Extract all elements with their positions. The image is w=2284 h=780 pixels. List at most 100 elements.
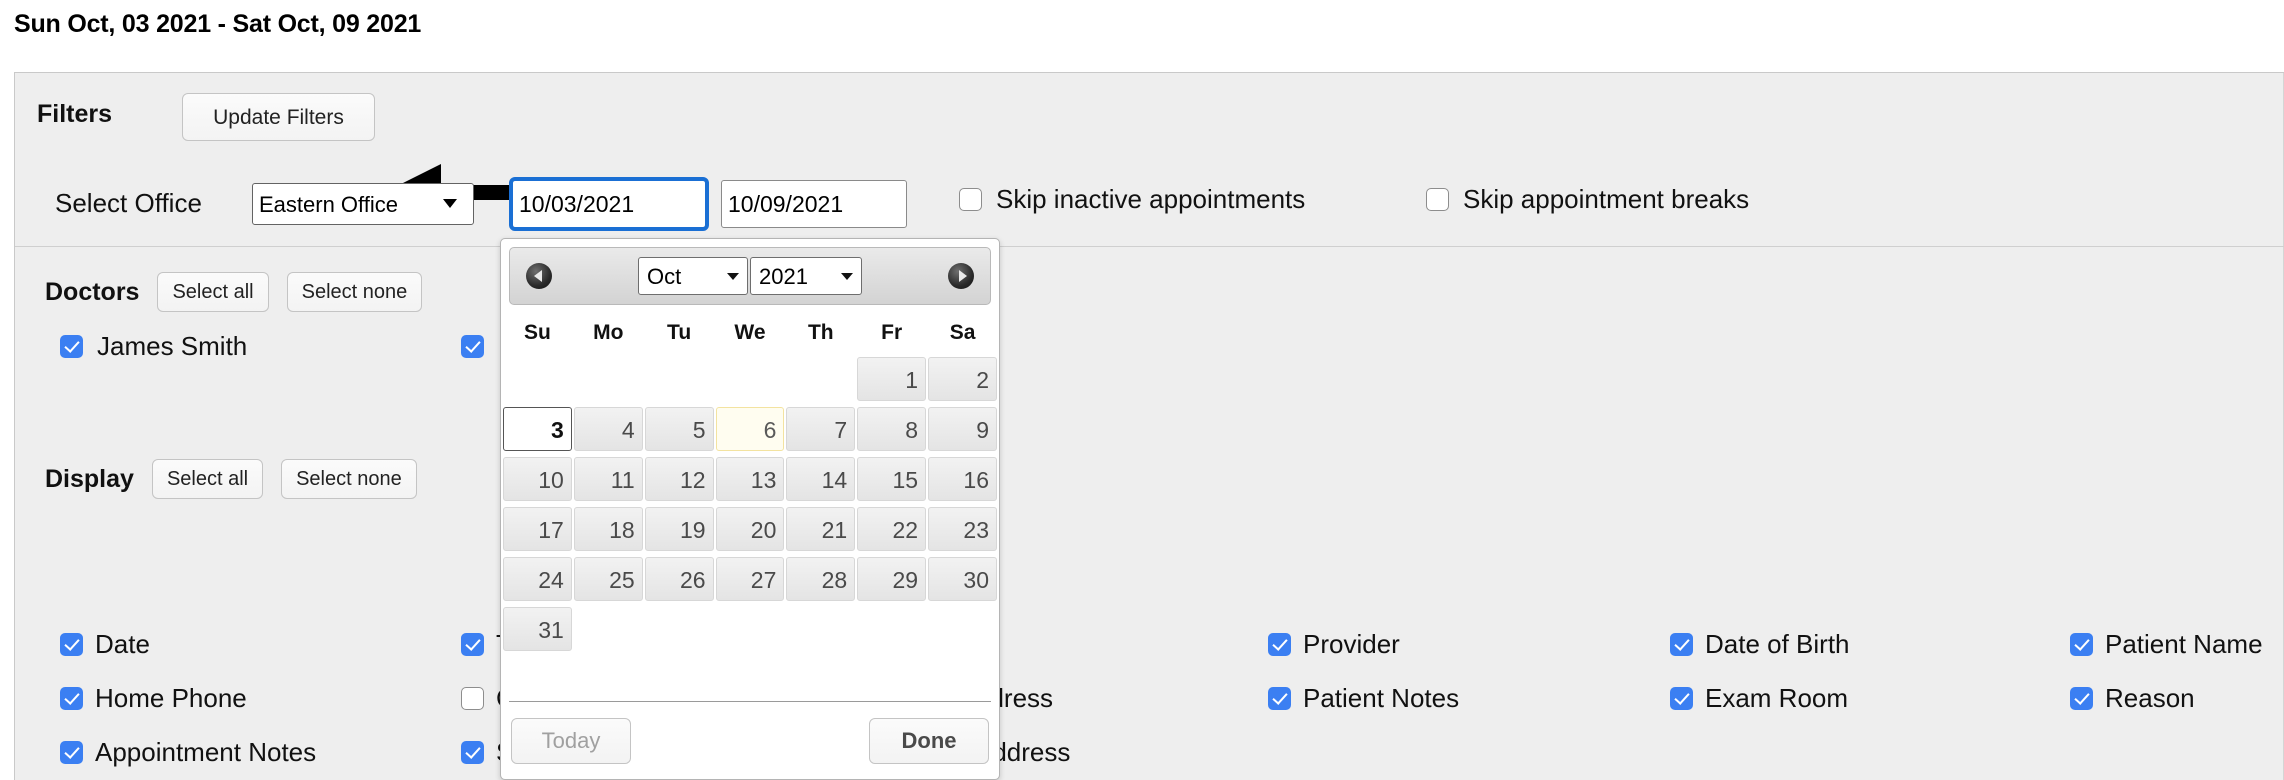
calendar-day-31[interactable]: 31 bbox=[503, 607, 572, 651]
calendar-day-13[interactable]: 13 bbox=[715, 457, 785, 501]
display-label-0-0: Date bbox=[95, 629, 150, 659]
display-item-0-2[interactable]: Appointment Notes bbox=[60, 737, 316, 768]
calendar-day-5[interactable]: 5 bbox=[644, 407, 714, 451]
next-month-icon[interactable] bbox=[948, 263, 974, 289]
calendar-day-17[interactable]: 17 bbox=[503, 507, 572, 551]
calendar-day-26[interactable]: 26 bbox=[644, 557, 714, 601]
weekday-sa: Sa bbox=[949, 321, 976, 344]
year-dropdown-wrap: 2021 bbox=[748, 257, 862, 295]
display-checkbox-1-2[interactable] bbox=[461, 741, 484, 764]
display-checkbox-4-0[interactable] bbox=[1670, 633, 1693, 656]
display-checkbox-4-1[interactable] bbox=[1670, 687, 1693, 710]
calendar-cell bbox=[716, 355, 785, 403]
calendar-day-4[interactable]: 4 bbox=[573, 407, 643, 451]
calendar-cell: 8 bbox=[857, 405, 927, 453]
display-label-0-1: Home Phone bbox=[95, 683, 247, 713]
display-checkbox-0-1[interactable] bbox=[60, 687, 83, 710]
calendar-day-2[interactable]: 2 bbox=[928, 357, 997, 401]
display-checkbox-5-0[interactable] bbox=[2070, 633, 2093, 656]
calendar-cell: 20 bbox=[715, 505, 785, 553]
calendar-cell: 22 bbox=[857, 505, 927, 553]
calendar-day-25[interactable]: 25 bbox=[573, 557, 643, 601]
calendar-day-12[interactable]: 12 bbox=[644, 457, 714, 501]
calendar-day-empty bbox=[574, 607, 643, 651]
display-label-4-0: Date of Birth bbox=[1705, 629, 1850, 659]
display-item-5-0[interactable]: Patient Name bbox=[2070, 629, 2263, 660]
calendar-day-24[interactable]: 24 bbox=[503, 557, 572, 601]
display-item-3-0[interactable]: Provider bbox=[1268, 629, 1400, 660]
display-checkbox-0-0[interactable] bbox=[60, 633, 83, 656]
calendar-cell bbox=[574, 355, 643, 403]
calendar-day-7[interactable]: 7 bbox=[786, 407, 856, 451]
done-button[interactable]: Done bbox=[869, 717, 989, 764]
calendar-grid: Su Mo Tu We Th Fr Sa 1 2 3 4 5 6 7 8 9 10 11 12 13 14… bbox=[501, 313, 999, 655]
calendar-cell bbox=[503, 355, 572, 403]
calendar-day-29[interactable]: 29 bbox=[857, 557, 927, 601]
calendar-cell: 28 bbox=[786, 555, 856, 603]
calendar-cell: 24 bbox=[503, 555, 572, 603]
calendar-cell bbox=[645, 605, 714, 653]
year-dropdown[interactable]: 2021 bbox=[750, 257, 862, 295]
calendar-cell: 29 bbox=[857, 555, 927, 603]
calendar-cell: 17 bbox=[503, 505, 572, 553]
display-item-0-0[interactable]: Date bbox=[60, 629, 150, 660]
calendar-day-14[interactable]: 14 bbox=[786, 457, 856, 501]
display-options-grid: Date Home Phone Appointment Notes Exam 1… bbox=[15, 73, 2284, 780]
calendar-day-20[interactable]: 20 bbox=[715, 507, 785, 551]
calendar-week-row: 12 bbox=[503, 355, 997, 403]
datepicker-footer: Today Done bbox=[509, 701, 991, 779]
display-item-0-1[interactable]: Home Phone bbox=[60, 683, 247, 714]
calendar-day-10[interactable]: 10 bbox=[503, 457, 572, 501]
calendar-day-empty bbox=[574, 357, 643, 401]
display-label-5-0: Patient Name bbox=[2105, 629, 2263, 659]
prev-month-icon[interactable] bbox=[526, 263, 552, 289]
calendar-cell: 12 bbox=[644, 455, 714, 503]
calendar-day-21[interactable]: 21 bbox=[786, 507, 856, 551]
display-label-5-1: Reason bbox=[2105, 683, 2195, 713]
display-checkbox-3-1[interactable] bbox=[1268, 687, 1291, 710]
calendar-cell: 25 bbox=[573, 555, 643, 603]
calendar-day-28[interactable]: 28 bbox=[786, 557, 856, 601]
today-button[interactable]: Today bbox=[511, 717, 631, 764]
calendar-cell: 6 bbox=[715, 405, 785, 453]
calendar-day-30[interactable]: 30 bbox=[928, 557, 997, 601]
display-checkbox-1-1[interactable] bbox=[461, 687, 484, 710]
calendar-day-1[interactable]: 1 bbox=[857, 357, 927, 401]
calendar-cell: 7 bbox=[786, 405, 856, 453]
display-item-4-0[interactable]: Date of Birth bbox=[1670, 629, 1850, 660]
calendar-day-6[interactable]: 6 bbox=[715, 407, 785, 451]
calendar-cell: 26 bbox=[644, 555, 714, 603]
display-checkbox-3-0[interactable] bbox=[1268, 633, 1291, 656]
display-item-4-1[interactable]: Exam Room bbox=[1670, 683, 1848, 714]
date-range-title: Sun Oct, 03 2021 - Sat Oct, 09 2021 bbox=[14, 10, 422, 38]
calendar-day-3[interactable]: 3 bbox=[503, 407, 572, 451]
calendar-cell: 27 bbox=[715, 555, 785, 603]
calendar-cell: 21 bbox=[786, 505, 856, 553]
calendar-day-9[interactable]: 9 bbox=[928, 407, 997, 451]
display-checkbox-1-0[interactable] bbox=[461, 633, 484, 656]
weekday-mo: Mo bbox=[593, 321, 624, 344]
calendar-day-empty bbox=[716, 607, 785, 651]
calendar-day-19[interactable]: 19 bbox=[644, 507, 714, 551]
datepicker-popup[interactable]: Oct 2021 Su Mo Tu We Th Fr Sa 1 2 3 4 5 … bbox=[500, 238, 1000, 780]
display-item-5-1[interactable]: Reason bbox=[2070, 683, 2195, 714]
calendar-day-11[interactable]: 11 bbox=[573, 457, 643, 501]
display-item-3-1[interactable]: Patient Notes bbox=[1268, 683, 1459, 714]
calendar-day-16[interactable]: 16 bbox=[928, 457, 997, 501]
calendar-day-23[interactable]: 23 bbox=[928, 507, 997, 551]
display-checkbox-5-1[interactable] bbox=[2070, 687, 2093, 710]
calendar-day-22[interactable]: 22 bbox=[857, 507, 927, 551]
month-dropdown[interactable]: Oct bbox=[638, 257, 748, 295]
calendar-cell: 3 bbox=[503, 405, 572, 453]
calendar-day-15[interactable]: 15 bbox=[857, 457, 927, 501]
calendar-day-empty bbox=[928, 607, 997, 651]
calendar-cell: 15 bbox=[857, 455, 927, 503]
calendar-day-18[interactable]: 18 bbox=[573, 507, 643, 551]
calendar-cell: 18 bbox=[573, 505, 643, 553]
calendar-day-8[interactable]: 8 bbox=[857, 407, 927, 451]
calendar-weekday-row: Su Mo Tu We Th Fr Sa bbox=[503, 315, 997, 353]
display-checkbox-0-2[interactable] bbox=[60, 741, 83, 764]
weekday-su: Su bbox=[524, 321, 551, 344]
calendar-cell bbox=[716, 605, 785, 653]
calendar-day-27[interactable]: 27 bbox=[715, 557, 785, 601]
